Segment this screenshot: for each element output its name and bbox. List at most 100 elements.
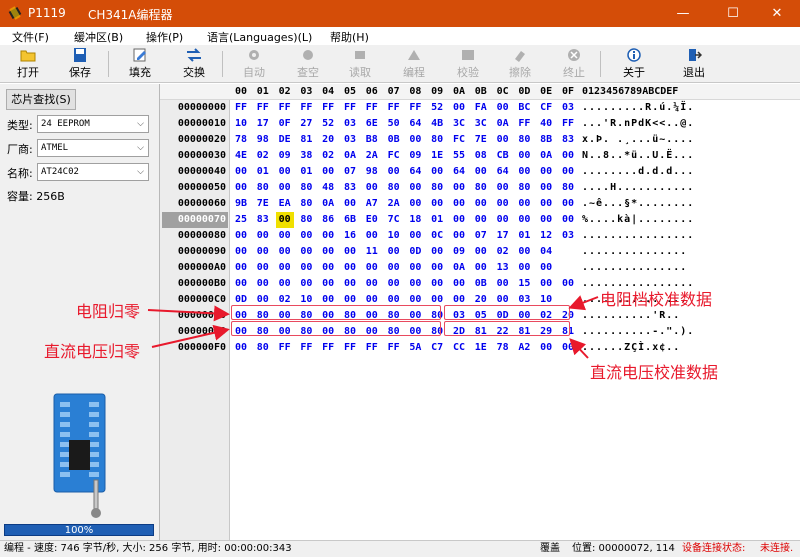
hex-byte[interactable]: B8: [363, 132, 381, 148]
hex-byte[interactable]: 00: [515, 196, 533, 212]
hex-byte[interactable]: FF: [385, 100, 403, 116]
hex-byte[interactable]: 0A: [341, 148, 359, 164]
hex-byte[interactable]: FF: [559, 116, 577, 132]
verify-button[interactable]: 校验: [448, 47, 488, 81]
hex-byte[interactable]: 78: [232, 132, 250, 148]
hex-byte[interactable]: 00: [559, 196, 577, 212]
hex-byte[interactable]: DE: [276, 132, 294, 148]
hex-byte[interactable]: CC: [450, 340, 468, 356]
hex-byte[interactable]: 5A: [406, 340, 424, 356]
hex-byte[interactable]: 00: [472, 196, 490, 212]
hex-byte[interactable]: 00: [406, 132, 424, 148]
hex-byte[interactable]: 09: [276, 148, 294, 164]
hex-byte[interactable]: 02: [254, 148, 272, 164]
hex-byte[interactable]: 6B: [341, 212, 359, 228]
menu-operation[interactable]: 操作(P): [146, 29, 183, 45]
hex-byte[interactable]: 11: [363, 244, 381, 260]
hex-byte[interactable]: 64: [494, 164, 512, 180]
hex-byte[interactable]: 83: [559, 132, 577, 148]
hex-byte[interactable]: 00: [515, 212, 533, 228]
hex-byte[interactable]: FF: [319, 100, 337, 116]
hex-byte[interactable]: 52: [319, 116, 337, 132]
hex-byte[interactable]: 00: [297, 228, 315, 244]
hex-byte[interactable]: FF: [341, 100, 359, 116]
type-select[interactable]: 24 EEPROM ⌵: [37, 115, 149, 133]
hex-byte[interactable]: 09: [406, 148, 424, 164]
hex-byte[interactable]: 00: [363, 260, 381, 276]
hex-byte[interactable]: 0C: [428, 228, 446, 244]
save-button[interactable]: 保存: [60, 47, 100, 81]
hex-byte[interactable]: 10: [385, 228, 403, 244]
hex-byte[interactable]: 0D: [406, 244, 424, 260]
hex-byte[interactable]: 04: [537, 244, 555, 260]
hex-byte[interactable]: 13: [494, 260, 512, 276]
hex-byte[interactable]: 00: [472, 164, 490, 180]
hex-byte[interactable]: FF: [363, 100, 381, 116]
hex-byte[interactable]: 00: [472, 244, 490, 260]
hex-byte[interactable]: FC: [385, 148, 403, 164]
hex-byte[interactable]: 00: [406, 276, 424, 292]
hex-byte[interactable]: 4E: [232, 148, 250, 164]
hex-byte[interactable]: FF: [319, 340, 337, 356]
hex-byte[interactable]: 15: [515, 276, 533, 292]
hex-byte[interactable]: 80: [254, 340, 272, 356]
hex-byte[interactable]: FF: [254, 100, 272, 116]
menu-buffer[interactable]: 缓冲区(B): [74, 29, 123, 45]
menu-language[interactable]: 语言(Languages)(L): [207, 29, 312, 45]
ascii-row[interactable]: ........d.d.d...: [582, 164, 702, 180]
hex-byte[interactable]: 00: [232, 260, 250, 276]
hex-byte[interactable]: 38: [297, 148, 315, 164]
hex-byte[interactable]: 00: [494, 276, 512, 292]
hex-byte[interactable]: 00: [276, 164, 294, 180]
hex-byte[interactable]: 80: [515, 180, 533, 196]
hex-byte[interactable]: 00: [275, 212, 294, 228]
ascii-row[interactable]: .~ê...§*........: [582, 196, 702, 212]
hex-byte[interactable]: 00: [341, 196, 359, 212]
hex-byte[interactable]: FF: [276, 100, 294, 116]
hex-byte[interactable]: 81: [297, 132, 315, 148]
hex-byte[interactable]: 00: [537, 164, 555, 180]
hex-byte[interactable]: 25: [232, 212, 250, 228]
hex-byte[interactable]: 80: [297, 196, 315, 212]
hex-byte[interactable]: 80: [428, 180, 446, 196]
hex-byte[interactable]: 00: [319, 228, 337, 244]
hex-byte[interactable]: 09: [450, 244, 468, 260]
hex-byte[interactable]: 00: [428, 276, 446, 292]
hex-byte[interactable]: 00: [428, 244, 446, 260]
ascii-row[interactable]: ..........'R..: [582, 308, 702, 324]
hex-byte[interactable]: 0B: [385, 132, 403, 148]
hex-byte[interactable]: 00: [232, 340, 250, 356]
hex-byte[interactable]: EA: [276, 196, 294, 212]
ascii-row[interactable]: ....H...........: [582, 180, 702, 196]
ascii-row[interactable]: ................: [582, 228, 702, 244]
hex-byte[interactable]: 00: [559, 212, 577, 228]
ascii-row[interactable]: ..........-.".).: [582, 324, 702, 340]
hex-byte[interactable]: 01: [515, 228, 533, 244]
hex-byte[interactable]: 0A: [537, 148, 555, 164]
hex-byte[interactable]: A7: [363, 196, 381, 212]
hex-byte[interactable]: 00: [363, 228, 381, 244]
hex-byte[interactable]: 83: [341, 180, 359, 196]
hex-byte[interactable]: 03: [559, 228, 577, 244]
hex-byte[interactable]: 0A: [319, 196, 337, 212]
hex-byte[interactable]: 0F: [276, 116, 294, 132]
hex-byte[interactable]: 7E: [254, 196, 272, 212]
hex-byte[interactable]: 48: [319, 180, 337, 196]
menu-file[interactable]: 文件(F): [12, 29, 49, 45]
hex-byte[interactable]: 00: [559, 340, 577, 356]
hex-byte[interactable]: 3C: [450, 116, 468, 132]
ascii-row[interactable]: x.Þ. .¸...ü~....: [582, 132, 702, 148]
hex-byte[interactable]: 03: [341, 132, 359, 148]
hex-byte[interactable]: 86: [319, 212, 337, 228]
hex-byte[interactable]: 80: [428, 132, 446, 148]
hex-byte[interactable]: 00: [494, 196, 512, 212]
hex-byte[interactable]: 00: [254, 244, 272, 260]
hex-byte[interactable]: 00: [319, 244, 337, 260]
hex-byte[interactable]: 00: [515, 148, 533, 164]
hex-byte[interactable]: 00: [232, 180, 250, 196]
hex-byte[interactable]: 00: [232, 244, 250, 260]
hex-byte[interactable]: 00: [363, 276, 381, 292]
hex-byte[interactable]: 00: [537, 276, 555, 292]
hex-byte[interactable]: FF: [515, 116, 533, 132]
hex-byte[interactable]: 00: [428, 164, 446, 180]
